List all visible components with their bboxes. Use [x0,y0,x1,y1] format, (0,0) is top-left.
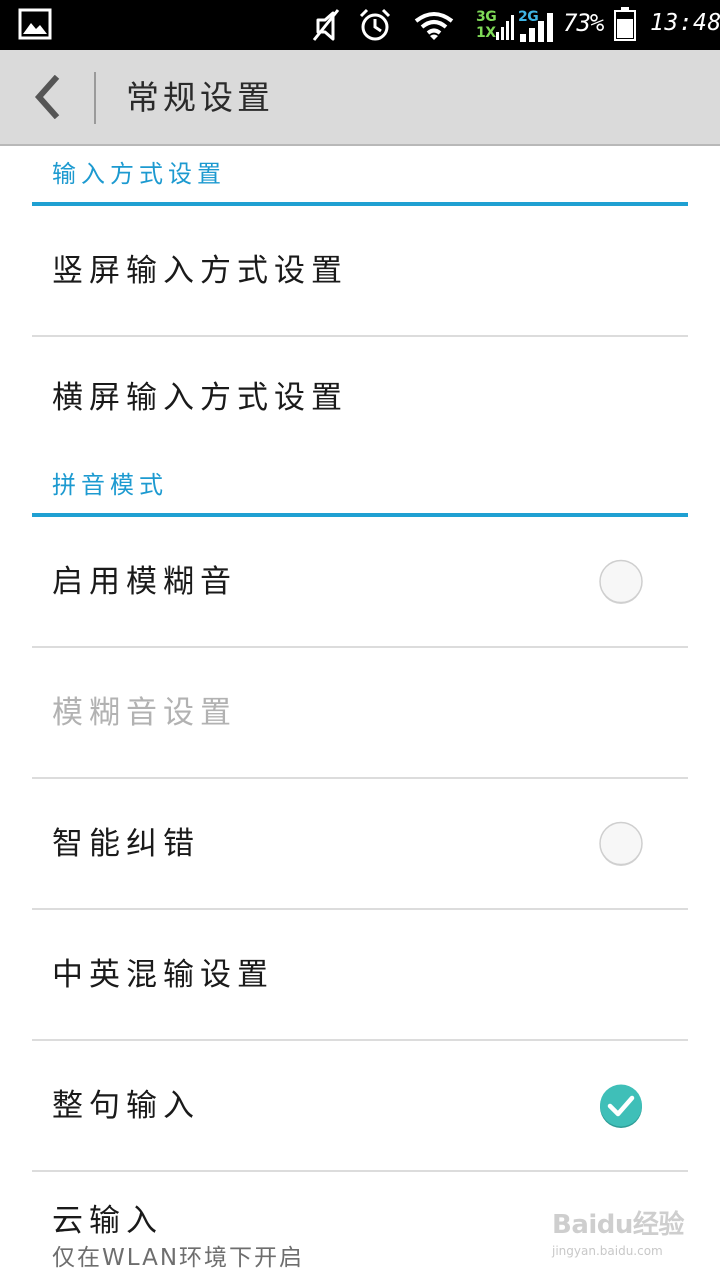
chevron-left-icon [34,75,60,119]
pref-portrait-input-settings[interactable]: 竖屏输入方式设置 [32,206,688,337]
pref-smart-correction[interactable]: 智能纠错 [32,779,688,910]
pref-fuzzy-pinyin-settings: 模糊音设置 [32,648,688,779]
screen: 3G 1X 2G 73% 13:48 常规设置 输入方式设置 竖屏输入方式设置 … [0,0,720,1280]
battery-icon [614,7,636,41]
signal-icon [496,15,514,40]
pref-title: 启用模糊音 [52,564,237,600]
pref-title: 模糊音设置 [52,695,237,731]
pref-mixed-input-settings[interactable]: 中英混输设置 [32,910,688,1041]
status-bar: 3G 1X 2G 73% 13:48 [0,0,720,50]
section-header-label: 拼音模式 [52,471,168,499]
battery-percent: 73% [563,9,604,37]
pref-title: 竖屏输入方式设置 [52,253,348,289]
pref-title: 整句输入 [52,1088,200,1124]
pref-landscape-input-settings[interactable]: 横屏输入方式设置 [32,337,688,461]
alarm-icon [359,8,391,41]
fuzzy-pinyin-checkbox[interactable] [598,559,644,605]
page-title: 常规设置 [126,78,274,117]
pref-title: 云输入 [52,1203,163,1239]
action-bar: 常规设置 [0,50,720,146]
pref-title: 横屏输入方式设置 [52,380,348,416]
signal-indicator: 3G 1X 2G [474,8,554,44]
watermark: Baidu经验 jingyan.baidu.com [552,1198,702,1268]
pref-summary: 仅在WLAN环境下开启 [52,1245,305,1271]
watermark-logo: Baidu经验 [552,1210,684,1240]
clock: 13:48 [650,10,720,36]
section-header-input-method: 输入方式设置 [32,146,688,206]
photo-icon [18,8,52,40]
network-type-label: 3G [476,9,497,25]
preference-list: 输入方式设置 竖屏输入方式设置 横屏输入方式设置 拼音模式 启用模糊音 模糊音设… [0,146,720,1280]
wifi-icon [414,12,454,40]
action-bar-divider [94,72,96,124]
pref-title: 中英混输设置 [52,957,274,993]
network-type-label: 1X [476,25,496,41]
pref-sentence-input[interactable]: 整句输入 [32,1041,688,1172]
sentence-input-checkbox[interactable] [598,1083,644,1129]
pref-title: 智能纠错 [52,826,200,862]
back-button[interactable] [14,60,78,134]
section-header-label: 输入方式设置 [52,160,226,188]
pref-fuzzy-pinyin[interactable]: 启用模糊音 [32,517,688,648]
smart-correction-checkbox[interactable] [598,821,644,867]
signal-icon [520,13,553,42]
watermark-url: jingyan.baidu.com [552,1244,663,1258]
section-header-pinyin-mode: 拼音模式 [32,461,688,517]
mute-icon [312,9,340,41]
